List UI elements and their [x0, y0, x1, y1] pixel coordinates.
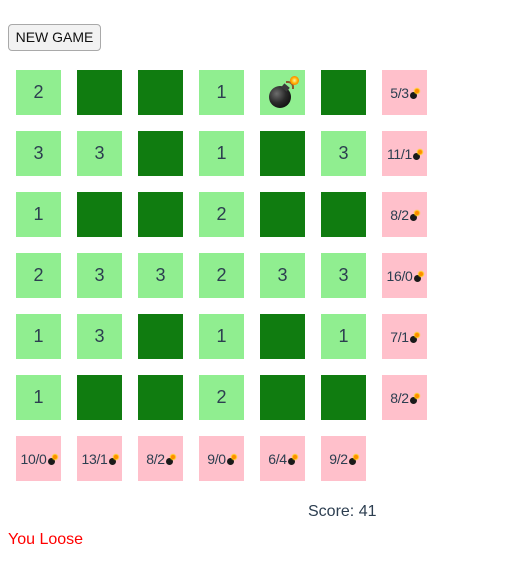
cell-number: 3: [155, 265, 166, 285]
game-board: 2 1 3 3 1 3 1 2 2 3 3 2 3 3 1 3 1 1 1 2 5/3 11/1 8/2 16/0 7/1 8/2…: [16, 70, 436, 490]
board-cell-hidden[interactable]: [321, 70, 366, 115]
cell-number: 1: [33, 326, 44, 346]
row-hint: 8/2: [382, 375, 427, 420]
board-cell-hidden[interactable]: [321, 375, 366, 420]
row-hint: 8/2: [382, 192, 427, 237]
cell-number: 3: [33, 143, 44, 163]
cell-number: 1: [216, 326, 227, 346]
column-hint-text: 9/2: [329, 450, 348, 467]
column-hint: 6/4: [260, 436, 305, 481]
board-cell-revealed: 3: [260, 253, 305, 298]
bomb-icon: [409, 332, 419, 343]
board-cell-revealed: 1: [16, 375, 61, 420]
cell-number: 2: [33, 82, 44, 102]
column-hint-text: 10/0: [20, 450, 47, 467]
board-cell-revealed: 2: [16, 70, 61, 115]
row-hint-text: 11/1: [386, 145, 412, 162]
cell-number: 3: [94, 265, 105, 285]
board-cell-revealed: 2: [199, 375, 244, 420]
cell-number: 3: [94, 143, 105, 163]
row-hint-text: 8/2: [390, 389, 409, 406]
board-cell-revealed: 3: [77, 314, 122, 359]
board-cell-revealed: 1: [16, 192, 61, 237]
column-hint-text: 6/4: [268, 450, 287, 467]
board-cell-hidden[interactable]: [138, 192, 183, 237]
board-cell-revealed: 2: [16, 253, 61, 298]
board-cell-revealed: 1: [321, 314, 366, 359]
board-cell-revealed: 2: [199, 192, 244, 237]
cell-number: 3: [94, 326, 105, 346]
row-hint-text: 7/1: [390, 328, 409, 345]
board-cell-revealed: 3: [321, 131, 366, 176]
row-hint-text: 8/2: [390, 206, 409, 223]
board-cell-hidden[interactable]: [77, 375, 122, 420]
board-cell-hidden[interactable]: [138, 131, 183, 176]
board-cell-hidden[interactable]: [260, 314, 305, 359]
column-hint-text: 9/0: [207, 450, 226, 467]
row-hint: 11/1: [382, 131, 427, 176]
bomb-icon: [348, 454, 358, 465]
bomb-icon: [267, 75, 299, 110]
row-hint: 16/0: [382, 253, 427, 298]
column-hint: 10/0: [16, 436, 61, 481]
score-display: Score: 41: [308, 503, 377, 520]
board-cell-revealed: 3: [16, 131, 61, 176]
board-cell-hidden[interactable]: [138, 70, 183, 115]
cell-number: 1: [216, 143, 227, 163]
bomb-icon: [409, 393, 419, 404]
board-cell-revealed: 3: [77, 131, 122, 176]
column-hint: 9/2: [321, 436, 366, 481]
cell-number: 1: [33, 204, 44, 224]
row-hint: 5/3: [382, 70, 427, 115]
board-cell-hidden[interactable]: [77, 70, 122, 115]
new-game-button[interactable]: NEW GAME: [8, 24, 101, 51]
bomb-icon: [413, 149, 422, 160]
cell-number: 2: [33, 265, 44, 285]
cell-number: 2: [216, 265, 227, 285]
bomb-icon: [409, 210, 419, 221]
board-cell-hidden[interactable]: [77, 192, 122, 237]
cell-number: 1: [33, 387, 44, 407]
bomb-icon: [413, 271, 423, 282]
board-cell-hidden[interactable]: [321, 192, 366, 237]
column-hint-text: 13/1: [81, 450, 108, 467]
board-cell-revealed: 3: [77, 253, 122, 298]
bomb-icon: [226, 454, 236, 465]
board-cell-hidden[interactable]: [260, 131, 305, 176]
cell-number: 1: [216, 82, 227, 102]
board-cell-revealed: 3: [321, 253, 366, 298]
row-hint: 7/1: [382, 314, 427, 359]
board-cell-revealed: 3: [138, 253, 183, 298]
board-cell-revealed: 1: [199, 314, 244, 359]
column-hint: 9/0: [199, 436, 244, 481]
board-cell-revealed: 2: [199, 253, 244, 298]
bomb-icon: [108, 454, 118, 465]
bomb-icon: [409, 88, 419, 99]
board-cell-hidden[interactable]: [138, 375, 183, 420]
cell-number: 3: [338, 265, 349, 285]
board-cell-revealed: 1: [199, 70, 244, 115]
cell-number: 3: [338, 143, 349, 163]
column-hint: 13/1: [77, 436, 122, 481]
board-cell-hidden[interactable]: [260, 192, 305, 237]
column-hint-text: 8/2: [146, 450, 165, 467]
cell-number: 1: [338, 326, 349, 346]
bomb-icon: [47, 454, 57, 465]
bomb-icon: [287, 454, 297, 465]
column-hint: 8/2: [138, 436, 183, 481]
board-cell-hidden[interactable]: [138, 314, 183, 359]
board-cell-mine: [260, 70, 305, 115]
row-hint-text: 16/0: [386, 267, 413, 284]
board-cell-hidden[interactable]: [260, 375, 305, 420]
game-status-message: You Loose: [8, 531, 84, 548]
cell-number: 2: [216, 387, 227, 407]
bomb-icon: [165, 454, 175, 465]
cell-number: 3: [277, 265, 288, 285]
board-cell-revealed: 1: [199, 131, 244, 176]
cell-number: 2: [216, 204, 227, 224]
board-cell-revealed: 1: [16, 314, 61, 359]
row-hint-text: 5/3: [390, 84, 409, 101]
